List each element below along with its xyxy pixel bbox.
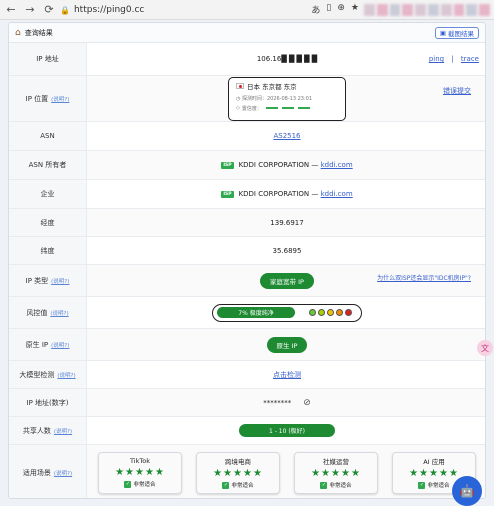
row-scenes: 适用场景 (说明?) TikTok ★★★★★ ✓ 非常适合 跨境电商 ★★★★★ … [9, 445, 485, 498]
result-card: ⌂ 查询结果 ▣ 截图结果 IP 地址 106.16█ █ █ █ █ ping… [8, 22, 486, 499]
japan-flag-icon [236, 82, 244, 89]
reader-icon[interactable]: ▯ [326, 3, 331, 16]
scene-card-ecommerce: 跨境电商 ★★★★★ ✓ 非常适合 [196, 451, 280, 494]
scene-stars: ★★★★★ [213, 468, 263, 479]
isp-badge: ISP [221, 190, 234, 198]
risk-dots [309, 309, 352, 316]
row-ip: IP 地址 106.16█ █ █ █ █ ping | trace [9, 43, 485, 76]
url-text: https://ping0.cc [73, 5, 145, 15]
scene-stars: ★★★★★ [311, 468, 361, 479]
forward-icon[interactable]: → [22, 2, 38, 18]
location-box: 日本 东京都 东京 ◷ 探测时间：2026-08-13 23:01 ◇ 置信度： [228, 76, 346, 121]
browser-toolbar: ← → ⟳ 🔒 https://ping0.cc あ ▯ ⊕ ★ [0, 0, 494, 20]
risk-dot-3 [336, 309, 343, 316]
idc-question-link[interactable]: 为什么双ISP还会显示"IDC机房IP"? [377, 273, 471, 282]
check-icon: ✓ [320, 481, 328, 489]
translate-icon[interactable]: あ [311, 3, 320, 16]
native-badge: 原生 IP [266, 336, 308, 353]
scene-name: AI 应用 [423, 458, 445, 466]
risk-dot-1 [318, 309, 325, 316]
row-ip-number: IP 地址(数字) ******** ⊘ [9, 389, 485, 417]
scene-ok: 非常适合 [427, 483, 450, 489]
help-link[interactable]: (说明?) [57, 371, 75, 379]
row-location: IP 位置 (说明?) 日本 东京都 东京 ◷ 探测时间：2026-08-13 2… [9, 76, 485, 122]
domain-link[interactable]: kddi.com [321, 161, 353, 169]
reload-icon[interactable]: ⟳ [41, 2, 57, 18]
scene-ok: 非常适合 [231, 483, 254, 489]
screenshot-label: 截图结果 [448, 30, 474, 38]
card-title: 查询结果 [24, 28, 53, 37]
help-link[interactable]: (说明?) [51, 341, 69, 349]
risk-dot-4 [345, 309, 352, 316]
scene-name: 社媒运营 [323, 458, 349, 466]
ip-type-badge: 家庭宽带 IP [260, 272, 314, 289]
card-header: ⌂ 查询结果 ▣ 截图结果 [9, 23, 485, 43]
risk-value: 7% 极度纯净 [217, 307, 295, 318]
scene-ok: 非常适合 [329, 483, 352, 489]
share-badge: 1 - 10 (极好) [238, 424, 336, 437]
screenshot-button[interactable]: ▣ 截图结果 [434, 27, 479, 39]
probe-time: 2026-08-13 23:01 [266, 95, 313, 102]
check-icon: ✓ [418, 481, 426, 489]
check-icon: ✓ [124, 480, 132, 488]
help-link[interactable]: (说明?) [54, 469, 72, 477]
row-longitude: 经度 139.6917 [9, 209, 485, 237]
asn-link[interactable]: AS2516 [273, 132, 300, 140]
domain-link[interactable]: kddi.com [321, 190, 353, 198]
scene-stars: ★★★★★ [409, 468, 459, 479]
help-link[interactable]: (说明?) [50, 309, 68, 317]
check-icon: ✓ [222, 481, 230, 489]
longitude-value: 139.6917 [270, 218, 304, 227]
scene-name: TikTok [130, 457, 150, 465]
row-asn-owner: ASN 所有者 ISP KDDI CORPORATION — kddi.com [9, 151, 485, 180]
row-label: IP 地址 [9, 43, 87, 75]
home-icon: ⌂ [15, 27, 21, 38]
ip-value: 106.16█ █ █ █ █ [256, 55, 318, 63]
risk-dot-2 [327, 309, 334, 316]
asn-owner-text: KDDI CORPORATION — [238, 161, 319, 169]
separator: | [451, 55, 454, 63]
row-native: 原生 IP (说明?) 原生 IP [9, 329, 485, 361]
help-link[interactable]: (说明?) [54, 427, 72, 435]
scene-stars: ★★★★★ [115, 467, 165, 478]
scene-list: TikTok ★★★★★ ✓ 非常适合 跨境电商 ★★★★★ ✓ 非常适合 社媒运营… [98, 451, 476, 494]
row-llm: 大模型检测 (说明?) 点击检测 [9, 361, 485, 389]
location-text: 日本 东京都 东京 [247, 82, 297, 91]
toolbar-icons: あ ▯ ⊕ ★ [311, 3, 359, 16]
back-icon[interactable]: ← [3, 2, 19, 18]
row-asn: ASN AS2516 [9, 122, 485, 151]
llm-check-link[interactable]: 点击检测 [273, 370, 301, 380]
help-link[interactable]: (说明?) [51, 277, 69, 285]
risk-dot-0 [309, 309, 316, 316]
bookmark-star-icon[interactable]: ★ [351, 3, 359, 16]
translate-float-icon[interactable]: 文 [477, 340, 493, 356]
row-risk: 风控值 (说明?) 7% 极度纯净 [9, 297, 485, 329]
latitude-value: 35.6895 [272, 246, 302, 255]
row-company: 企业 ISP KDDI CORPORATION — kddi.com [9, 180, 485, 209]
trace-link[interactable]: trace [461, 55, 479, 63]
eye-off-icon[interactable]: ⊘ [303, 398, 311, 408]
risk-meter: 7% 极度纯净 [212, 303, 362, 322]
ping-link[interactable]: ping [429, 55, 444, 63]
ip-number-value: ******** [263, 398, 292, 407]
scene-name: 跨境电商 [225, 458, 251, 466]
company-text: KDDI CORPORATION — [238, 190, 319, 198]
row-share: 共享人数 (说明?) 1 - 10 (极好) [9, 417, 485, 445]
address-bar[interactable]: 🔒 https://ping0.cc [60, 2, 340, 18]
camera-icon: ▣ [439, 29, 446, 37]
help-link[interactable]: (说明?) [51, 95, 69, 103]
scene-card-tiktok: TikTok ★★★★★ ✓ 非常适合 [98, 451, 182, 494]
shield-icon: ◇ [236, 105, 240, 111]
lock-icon: 🔒 [60, 5, 70, 15]
row-latitude: 纬度 35.6895 [9, 237, 485, 265]
isp-badge: ISP [221, 161, 234, 169]
scene-ok: 非常适合 [133, 482, 156, 488]
blurred-extensions [364, 4, 490, 16]
zoom-icon[interactable]: ⊕ [337, 3, 345, 16]
chat-bot-icon[interactable]: 🤖 [452, 476, 482, 506]
error-report-link[interactable]: 错误提交 [443, 86, 471, 96]
scene-card-social: 社媒运营 ★★★★★ ✓ 非常适合 [294, 451, 378, 494]
row-ip-type: IP 类型 (说明?) 家庭宽带 IP 为什么双ISP还会显示"IDC机房IP"? [9, 265, 485, 297]
